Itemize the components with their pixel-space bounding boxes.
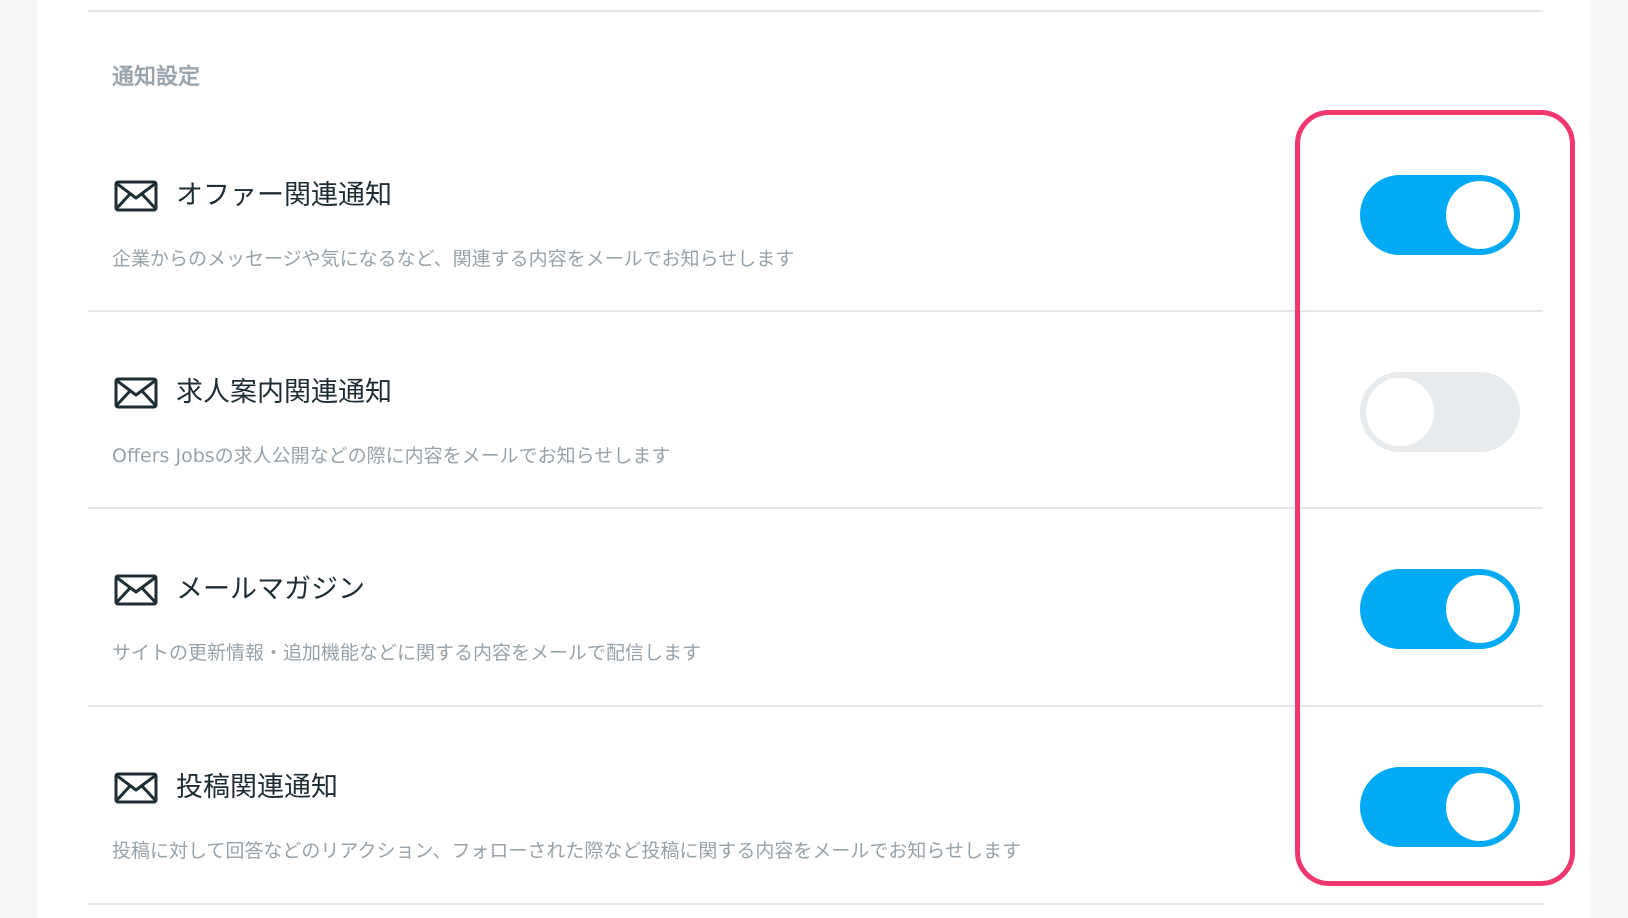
bottom-divider — [88, 903, 1543, 905]
notification-description: 投稿に対して回答などのリアクション、フォローされた際など投稿に関する内容をメール… — [112, 840, 1021, 862]
post-notification-toggle[interactable] — [1360, 767, 1520, 847]
notification-row-job: 求人案内関連通知 Offers Jobsの求人公開などの際に内容をメールでお知ら… — [0, 197, 1628, 467]
notification-row-newsletter: メールマガジン サイトの更新情報・追加機能などに関する内容をメールで配信します — [0, 394, 1628, 664]
notification-title: 投稿関連通知 — [176, 772, 338, 803]
notification-row-offer: オファー関連通知 企業からのメッセージや気になるなど、関連する内容をメールでお知… — [0, 0, 1628, 270]
toggle-knob — [1446, 773, 1514, 841]
notification-row-post: 投稿関連通知 投稿に対して回答などのリアクション、フォローされた際など投稿に関す… — [0, 592, 1628, 862]
mail-icon — [114, 772, 158, 804]
